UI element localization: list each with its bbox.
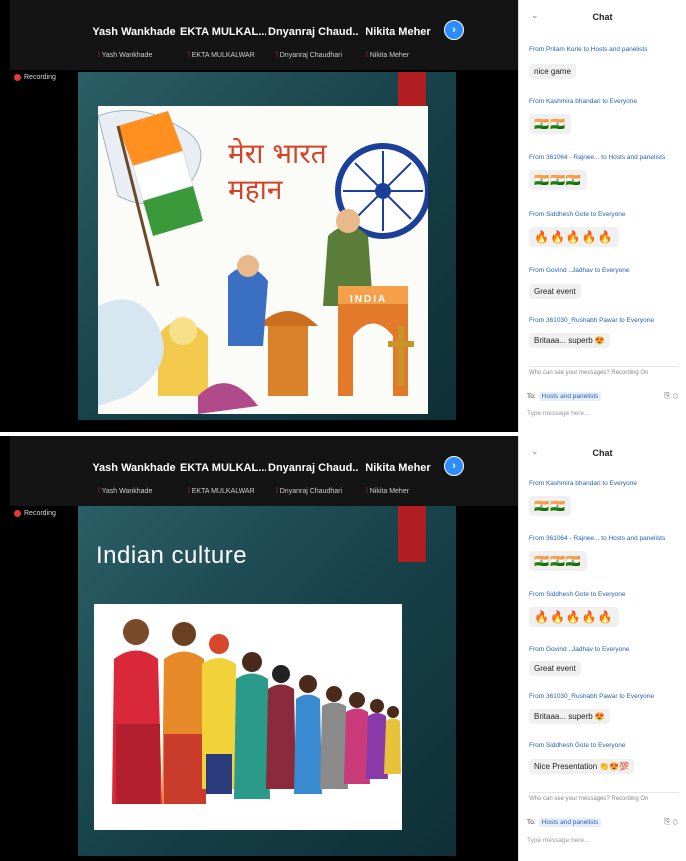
message-sender: From Siddhesh Gote to Everyone (529, 742, 626, 749)
message-sender: From 361064 - Rajnee... to Hosts and pan… (529, 535, 666, 542)
participant-label: ⫶ Dnyanraj Chaudhari (276, 488, 343, 495)
participant-name: Dnyanraj Chaud... (268, 462, 358, 474)
message-input[interactable]: Type message here... (527, 837, 590, 844)
recipient-select[interactable]: Hosts and panelists (538, 392, 602, 401)
chat-tools: ⎘ ⊙ (664, 391, 678, 401)
participant-tile[interactable]: Yash Wankhade ⫶ Yash Wankhade (90, 0, 178, 70)
message-sender: From 361064 - Rajnee... to Hosts and pan… (529, 154, 666, 161)
shared-slide: मेरा भारत महान INDIA (78, 72, 456, 420)
meeting-screenshot-2: Yash Wankhade ⫶ Yash Wankhade EKTA MULKAL… (0, 436, 686, 861)
participant-name: Yash Wankhade (92, 26, 176, 38)
participant-label: ⫶ EKTA MULKALWAR (188, 52, 255, 59)
recording-indicator: Recording (14, 510, 56, 517)
participant-tile[interactable]: Nikita Meher ⫶ Nikita Meher (358, 436, 438, 506)
recipient-row: To: Hosts and panelists (527, 818, 602, 827)
chat-panel: ⌄ Chat From Kashmira bhandari to Everyon… (518, 436, 686, 861)
participant-tile[interactable]: Nikita Meher ⫶ Nikita Meher (358, 0, 438, 70)
participant-label: ⫶ Dnyanraj Chaudhari (276, 52, 343, 59)
message-text[interactable]: 🇮🇳🇮🇳🇮🇳 (529, 170, 587, 190)
children-photo-image (94, 604, 402, 830)
message-sender: From Siddhesh Gote to Everyone (529, 591, 626, 598)
mic-muted-icon: ⫶ (276, 52, 278, 59)
mic-muted-icon: ⫶ (366, 52, 368, 59)
message-text[interactable]: Britaaa... superb 😍 (529, 333, 610, 348)
message-text[interactable]: 🔥🔥🔥🔥🔥 (529, 227, 619, 247)
recording-indicator: Recording (14, 74, 56, 81)
shared-slide: Indian culture (78, 506, 456, 856)
mic-muted-icon: ⫶ (98, 488, 100, 495)
participant-label: ⫶ Nikita Meher (366, 52, 410, 59)
culture-photo (94, 604, 402, 830)
mic-muted-icon: ⫶ (366, 488, 368, 495)
participant-tile[interactable]: Yash Wankhade ⫶ Yash Wankhade (90, 436, 178, 506)
participant-name: Nikita Meher (365, 26, 431, 38)
message-text[interactable]: 🔥🔥🔥🔥🔥 (529, 607, 619, 627)
participant-tile[interactable]: Dnyanraj Chaud... ⫶ Dnyanraj Chaudhari (268, 436, 358, 506)
message-sender: From Govind ..Jadhav to Everyone (529, 646, 630, 653)
slide-title: Indian culture (96, 542, 248, 569)
meeting-view: Yash Wankhade ⫶ Yash Wankhade EKTA MULKAL… (0, 436, 518, 861)
message-sender: From 361030_Rushabh Pawar to Everyone (529, 693, 655, 700)
participant-name: Yash Wankhade (92, 462, 176, 474)
meeting-view: Yash Wankhade ⫶ Yash Wankhade EKTA MULKAL… (0, 0, 518, 432)
participant-name: Dnyanraj Chaud... (268, 26, 358, 38)
file-icon[interactable]: ⎘ (664, 391, 670, 400)
next-participants-button[interactable]: › (444, 20, 464, 40)
participant-tile[interactable]: EKTA MULKAL... ⫶ EKTA MULKALWAR (180, 436, 266, 506)
visibility-notice[interactable]: Who can see your messages? Recording On (529, 366, 679, 376)
visibility-notice[interactable]: Who can see your messages? Recording On (529, 792, 679, 802)
chat-title: Chat (592, 12, 613, 22)
message-sender: From 361030_Rushabh Pawar to Everyone (529, 317, 655, 324)
record-dot-icon (14, 510, 21, 517)
artwork-caption: मेरा भारत महान (228, 137, 327, 206)
participant-label: ⫶ Yash Wankhade (98, 488, 153, 495)
participant-label: ⫶ EKTA MULKALWAR (188, 488, 255, 495)
message-text[interactable]: 🇮🇳🇮🇳🇮🇳 (529, 551, 587, 571)
message-sender: From Kashmira bhandari to Everyone (529, 98, 638, 105)
participant-label: ⫶ Nikita Meher (366, 488, 410, 495)
message-input[interactable]: Type message here... (527, 410, 590, 417)
participant-strip: Yash Wankhade ⫶ Yash Wankhade EKTA MULKAL… (10, 0, 518, 70)
file-icon[interactable]: ⎘ (664, 817, 670, 826)
record-dot-icon (14, 74, 21, 81)
meeting-screenshot-1: Yash Wankhade ⫶ Yash Wankhade EKTA MULKAL… (0, 0, 686, 432)
recipient-select[interactable]: Hosts and panelists (538, 818, 602, 827)
participant-name: Nikita Meher (365, 462, 431, 474)
mic-muted-icon: ⫶ (98, 52, 100, 59)
message-text[interactable]: Great event (529, 661, 581, 676)
chat-panel: ⌄ Chat From Pritam Korle to Hosts and pa… (518, 0, 686, 432)
chat-tools: ⎘ ⊙ (664, 817, 678, 827)
message-text[interactable]: 🇮🇳🇮🇳 (529, 496, 571, 516)
more-icon[interactable]: ⊙ (673, 391, 678, 400)
message-text[interactable]: 🇮🇳🇮🇳 (529, 114, 571, 134)
message-sender: From Kashmira bhandari to Everyone (529, 480, 638, 487)
participant-strip: Yash Wankhade ⫶ Yash Wankhade EKTA MULKAL… (10, 436, 518, 506)
next-participants-button[interactable]: › (444, 456, 464, 476)
message-sender: From Pritam Korle to Hosts and panelists (529, 46, 648, 53)
participant-label: ⫶ Yash Wankhade (98, 52, 153, 59)
message-text[interactable]: Britaaa... superb 😍 (529, 709, 610, 724)
participant-tile[interactable]: Dnyanraj Chaud... ⫶ Dnyanraj Chaudhari (268, 0, 358, 70)
participant-tile[interactable]: EKTA MULKAL... ⫶ EKTA MULKALWAR (180, 0, 266, 70)
more-icon[interactable]: ⊙ (673, 817, 678, 826)
message-sender: From Govind ..Jadhav to Everyone (529, 267, 630, 274)
independence-day-artwork: मेरा भारत महान INDIA (98, 106, 428, 414)
message-sender: From Siddhesh Gote to Everyone (529, 211, 626, 218)
recipient-row: To: Hosts and panelists (527, 392, 602, 401)
chat-header: ⌄ Chat (519, 436, 686, 466)
message-text[interactable]: Nice Presentation 👏😍💯 (529, 759, 635, 774)
message-text[interactable]: Great event (529, 284, 581, 299)
slide-accent-bar (398, 72, 426, 106)
mic-muted-icon: ⫶ (188, 488, 190, 495)
participant-name: EKTA MULKAL... (180, 462, 266, 474)
message-text[interactable]: nice game (529, 64, 576, 79)
chat-title: Chat (592, 448, 613, 458)
artwork-banner: INDIA (350, 294, 388, 305)
mic-muted-icon: ⫶ (188, 52, 190, 59)
chat-header: ⌄ Chat (519, 0, 686, 30)
slide-accent-bar (398, 506, 426, 562)
participant-name: EKTA MULKAL... (180, 26, 266, 38)
mic-muted-icon: ⫶ (276, 488, 278, 495)
